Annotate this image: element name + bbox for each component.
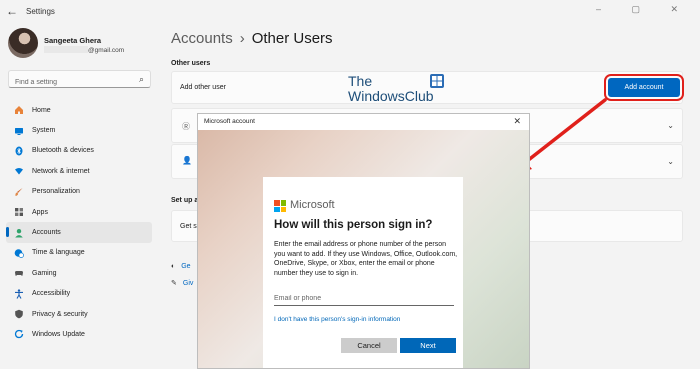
windowsclub-logo-icon xyxy=(430,74,444,88)
globe-clock-icon xyxy=(14,248,24,258)
person-icon xyxy=(14,228,24,238)
back-arrow-icon[interactable]: ← xyxy=(6,4,18,18)
sidebar-item-home[interactable]: Home xyxy=(6,100,152,120)
microsoft-account-dialog: Microsoft account ✕ Microsoft How will t… xyxy=(197,113,530,369)
signin-description: Enter the email address or phone number … xyxy=(274,241,458,278)
breadcrumb-separator: › xyxy=(239,30,245,47)
related-link-1[interactable]: ◐ Ge xyxy=(171,263,191,270)
sidebar-item-label: Home xyxy=(32,106,51,114)
accessibility-icon xyxy=(14,289,24,299)
help-icon: ◐ xyxy=(171,263,176,270)
sidebar-item-windows-update[interactable]: Windows Update xyxy=(6,324,152,344)
breadcrumb-parent[interactable]: Accounts xyxy=(171,30,233,47)
dialog-titlebar: Microsoft account ✕ xyxy=(198,114,529,130)
sidebar-item-system[interactable]: System xyxy=(6,120,152,140)
related-link-2[interactable]: ✎ Giv xyxy=(171,279,193,287)
search-box[interactable]: ⌕ xyxy=(8,70,151,91)
sidebar-item-label: Accessibility xyxy=(32,290,71,298)
title-bar: ← Settings – ▢ ✕ xyxy=(0,0,700,24)
setup-card-label: Get s xyxy=(180,223,197,230)
breadcrumb: Accounts › Other Users xyxy=(171,30,333,47)
bluetooth-icon xyxy=(14,146,24,156)
update-icon xyxy=(14,329,24,339)
wifi-icon xyxy=(14,166,24,176)
next-button[interactable]: Next xyxy=(400,338,456,353)
brush-icon xyxy=(14,187,24,197)
person-icon: 👤 xyxy=(182,156,192,165)
add-account-button[interactable]: Add account xyxy=(604,74,684,101)
dialog-title: Microsoft account xyxy=(204,118,255,125)
sidebar-item-label: Bluetooth & devices xyxy=(32,147,94,155)
sidebar-item-label: Accounts xyxy=(32,229,61,237)
sidebar-item-gaming[interactable]: Gaming xyxy=(6,263,152,283)
other-users-section-label: Other users xyxy=(171,60,211,67)
close-icon[interactable]: ✕ xyxy=(513,116,521,127)
feedback-icon: ✎ xyxy=(171,280,177,287)
sidebar-item-label: Privacy & security xyxy=(32,310,88,318)
watermark-logo: The WindowsClub xyxy=(348,73,444,104)
related-link-text: Giv xyxy=(182,280,194,287)
home-icon xyxy=(14,105,24,115)
sidebar-item-label: Gaming xyxy=(32,269,57,277)
sidebar-item-label: Apps xyxy=(32,208,48,216)
microsoft-logo-icon xyxy=(274,200,286,212)
system-icon xyxy=(14,126,24,136)
search-input[interactable] xyxy=(9,74,129,91)
microsoft-brand-name: Microsoft xyxy=(290,199,335,211)
sidebar-item-accounts[interactable]: Accounts xyxy=(6,222,152,243)
apps-icon xyxy=(14,207,24,217)
user-email: @gmail.com xyxy=(44,46,124,54)
user-icon: Ⓡ xyxy=(182,122,190,131)
email-or-phone-input[interactable] xyxy=(274,291,454,306)
search-icon[interactable]: ⌕ xyxy=(139,74,144,85)
sidebar-item-label: Personalization xyxy=(32,188,80,196)
sidebar-item-label: System xyxy=(32,127,56,135)
sidebar-item-privacy[interactable]: Privacy & security xyxy=(6,304,152,324)
setup-section-label: Set up a xyxy=(171,197,199,204)
watermark-line2: WindowsClub xyxy=(348,88,434,104)
sidebar-item-network[interactable]: Network & internet xyxy=(6,161,152,181)
related-link-text: Ge xyxy=(181,263,191,270)
signin-heading: How will this person sign in? xyxy=(274,219,433,231)
chevron-down-icon[interactable]: ⌄ xyxy=(667,157,674,166)
page-title: Other Users xyxy=(251,30,333,47)
window-controls[interactable]: – ▢ ✕ xyxy=(596,4,692,15)
signin-panel: Microsoft How will this person sign in? … xyxy=(263,177,463,368)
sidebar-item-bluetooth[interactable]: Bluetooth & devices xyxy=(6,141,152,161)
sidebar-nav: Home System Bluetooth & devices Network … xyxy=(6,100,152,345)
sidebar-item-personalization[interactable]: Personalization xyxy=(6,182,152,202)
sidebar-item-label: Windows Update xyxy=(32,330,85,338)
chevron-down-icon[interactable]: ⌄ xyxy=(667,121,674,130)
watermark-line1: The xyxy=(348,73,373,89)
avatar[interactable] xyxy=(8,28,38,58)
add-other-user-label: Add other user xyxy=(180,84,226,91)
app-title: Settings xyxy=(26,7,55,16)
email-redaction xyxy=(44,46,88,53)
sidebar-item-label: Network & internet xyxy=(32,167,90,175)
sidebar-item-time-language[interactable]: Time & language xyxy=(6,243,152,263)
sidebar-item-apps[interactable]: Apps xyxy=(6,202,152,222)
cancel-button[interactable]: Cancel xyxy=(341,338,397,353)
sidebar-item-accessibility[interactable]: Accessibility xyxy=(6,284,152,304)
gamepad-icon xyxy=(14,268,24,278)
shield-icon xyxy=(14,309,24,319)
sidebar-item-label: Time & language xyxy=(32,249,85,257)
user-name: Sangeeta Ghera xyxy=(44,36,102,45)
no-signin-info-link[interactable]: I don't have this person's sign-in infor… xyxy=(274,316,400,323)
user-email-suffix: @gmail.com xyxy=(88,47,125,54)
